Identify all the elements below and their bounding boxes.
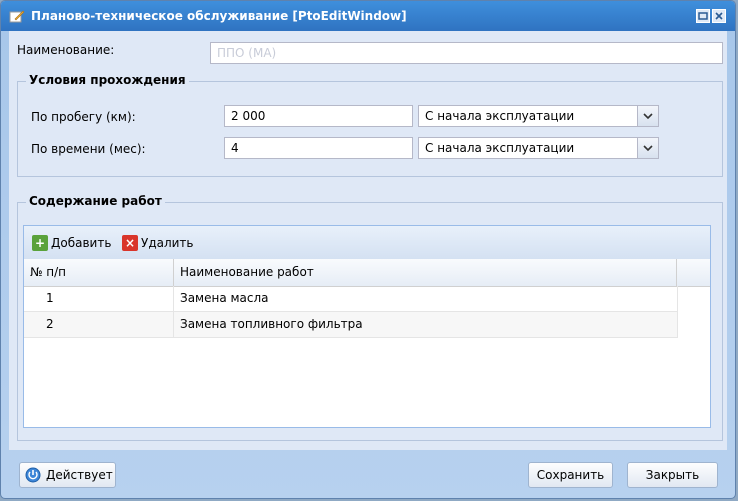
grid-toolbar: + Добавить × Удалить xyxy=(24,226,710,260)
delete-button-label: Удалить xyxy=(141,236,194,250)
table-row[interactable]: 1 Замена масла xyxy=(24,286,678,312)
mileage-field[interactable]: 2 000 xyxy=(224,105,413,127)
delete-icon: × xyxy=(122,235,138,251)
row-work-name: Замена масла xyxy=(174,286,678,311)
chevron-down-icon[interactable] xyxy=(637,138,658,158)
add-button-label: Добавить xyxy=(51,236,112,250)
time-mode-value: С начала эксплуатации xyxy=(425,141,575,155)
conditions-legend: Условия прохождения xyxy=(26,73,189,87)
name-label: Наименование: xyxy=(17,43,115,57)
chevron-down-icon[interactable] xyxy=(637,106,658,126)
add-button[interactable]: + Добавить xyxy=(32,234,111,252)
power-icon xyxy=(25,467,41,491)
window-title: Планово-техническое обслуживание [PtoEdi… xyxy=(31,9,407,23)
window-titlebar[interactable]: Планово-техническое обслуживание [PtoEdi… xyxy=(1,1,735,31)
save-button[interactable]: Сохранить xyxy=(528,462,613,488)
status-label: Действует xyxy=(46,468,113,482)
name-field[interactable]: ППО (МА) xyxy=(210,42,723,64)
close-icon xyxy=(715,12,723,20)
works-grid: + Добавить × Удалить № п/п Наименование … xyxy=(23,225,711,428)
column-header-work-name[interactable]: Наименование работ xyxy=(174,259,677,286)
conditions-fieldset: Условия прохождения xyxy=(17,73,723,177)
grid-header: № п/п Наименование работ xyxy=(24,259,710,287)
row-work-name: Замена топливного фильтра xyxy=(174,312,678,337)
status-button[interactable]: Действует xyxy=(19,462,116,488)
edit-pencil-icon xyxy=(9,9,25,23)
mileage-mode-select[interactable]: С начала эксплуатации xyxy=(418,105,659,127)
time-mode-select[interactable]: С начала эксплуатации xyxy=(418,137,659,159)
time-label: По времени (мес): xyxy=(31,142,146,156)
column-header-number[interactable]: № п/п xyxy=(24,259,174,286)
row-number: 2 xyxy=(24,312,174,337)
mileage-label: По пробегу (км): xyxy=(31,110,136,124)
row-number: 1 xyxy=(24,286,174,311)
edit-window: Планово-техническое обслуживание [PtoEdi… xyxy=(0,0,736,499)
delete-button[interactable]: × Удалить xyxy=(122,234,194,252)
time-field[interactable]: 4 xyxy=(224,137,413,159)
add-icon: + xyxy=(32,235,48,251)
close-button[interactable]: Закрыть xyxy=(627,462,718,488)
mileage-mode-value: С начала эксплуатации xyxy=(425,109,575,123)
close-window-button[interactable] xyxy=(712,9,726,23)
maximize-icon xyxy=(698,12,708,20)
works-legend: Содержание работ xyxy=(26,194,165,208)
table-row[interactable]: 2 Замена топливного фильтра xyxy=(24,312,678,338)
maximize-button[interactable] xyxy=(696,9,710,23)
column-header-spacer xyxy=(677,259,710,286)
